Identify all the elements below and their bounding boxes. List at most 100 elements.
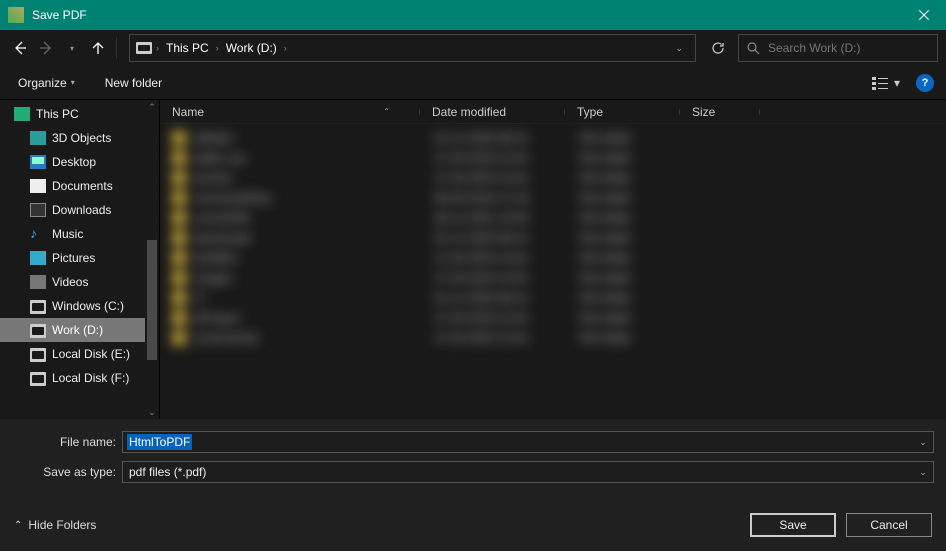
filetype-field[interactable]: pdf files (*.pdf) ⌄ bbox=[122, 461, 934, 483]
column-header-date[interactable]: Date modified bbox=[420, 105, 565, 119]
titlebar: Save PDF bbox=[0, 0, 946, 30]
tree-label: Local Disk (E:) bbox=[52, 347, 130, 361]
footer: ⌃ Hide Folders Save Cancel bbox=[0, 499, 946, 551]
filename-dropdown-button[interactable]: ⌄ bbox=[913, 437, 933, 448]
search-box[interactable] bbox=[738, 34, 938, 62]
breadcrumb-path[interactable]: Work (D:) bbox=[223, 41, 280, 55]
scroll-down-button[interactable]: ⌄ bbox=[145, 405, 159, 419]
music-icon: ♪ bbox=[30, 227, 46, 241]
organize-label: Organize bbox=[18, 76, 67, 90]
cancel-button[interactable]: Cancel bbox=[846, 513, 932, 537]
new-folder-button[interactable]: New folder bbox=[99, 72, 168, 94]
breadcrumb-root[interactable]: This PC bbox=[163, 41, 212, 55]
videos-icon bbox=[30, 275, 46, 289]
chevron-right-icon: › bbox=[156, 43, 159, 53]
chevron-right-icon: › bbox=[216, 43, 219, 53]
tree-item-drive-f[interactable]: Local Disk (F:) bbox=[0, 366, 159, 390]
column-header-name[interactable]: Name⌃ bbox=[160, 105, 420, 119]
save-button[interactable]: Save bbox=[750, 513, 836, 537]
drive-icon bbox=[30, 348, 46, 362]
chevron-right-icon: › bbox=[284, 43, 287, 53]
documents-icon bbox=[30, 179, 46, 193]
new-folder-label: New folder bbox=[105, 76, 162, 90]
filetype-dropdown-button[interactable]: ⌄ bbox=[913, 467, 933, 478]
column-header-type[interactable]: Type bbox=[565, 105, 680, 119]
navbar: ▾ › This PC › Work (D:) › ⌄ bbox=[0, 30, 946, 66]
sort-indicator-icon: ⌃ bbox=[383, 107, 390, 116]
search-icon bbox=[747, 42, 760, 55]
chevron-down-icon: ▾ bbox=[71, 78, 75, 87]
tree-label: Documents bbox=[52, 179, 113, 193]
drive-icon bbox=[30, 300, 46, 314]
refresh-icon bbox=[711, 41, 725, 55]
pictures-icon bbox=[30, 251, 46, 265]
chevron-down-icon: ▾ bbox=[70, 44, 74, 53]
tree-label: Videos bbox=[52, 275, 88, 289]
filename-label: File name: bbox=[0, 435, 122, 449]
sidebar-scrollbar[interactable]: ⌃ ⌄ bbox=[145, 100, 159, 419]
recent-locations-button[interactable]: ▾ bbox=[60, 34, 84, 62]
close-button[interactable] bbox=[901, 0, 946, 30]
arrow-left-icon bbox=[13, 41, 27, 55]
pc-icon bbox=[14, 107, 30, 121]
drive-icon bbox=[30, 372, 46, 386]
tree-item-desktop[interactable]: Desktop bbox=[0, 150, 159, 174]
tree-item-3d-objects[interactable]: 3D Objects bbox=[0, 126, 159, 150]
app-icon bbox=[8, 7, 24, 23]
main-area: This PC 3D Objects Desktop Documents Dow… bbox=[0, 100, 946, 419]
file-list-pane: Name⌃ Date modified Type Size aMaker01-1… bbox=[160, 100, 946, 419]
separator bbox=[116, 38, 117, 58]
tree-item-drive-c[interactable]: Windows (C:) bbox=[0, 294, 159, 318]
tree-label: Windows (C:) bbox=[52, 299, 124, 313]
view-icon bbox=[872, 76, 890, 90]
tree-label: Work (D:) bbox=[52, 323, 103, 337]
tree-label: Pictures bbox=[52, 251, 95, 265]
scroll-thumb[interactable] bbox=[147, 240, 157, 360]
hide-folders-label: Hide Folders bbox=[28, 518, 96, 532]
arrow-right-icon bbox=[39, 41, 53, 55]
file-list[interactable]: aMaker01-11-2020 08:14File folder addtl_… bbox=[160, 124, 946, 348]
tree-item-music[interactable]: ♪ Music bbox=[0, 222, 159, 246]
3d-objects-icon bbox=[30, 131, 46, 145]
address-expand-button[interactable]: ⌄ bbox=[669, 43, 689, 54]
filename-input[interactable]: HtmlToPDF bbox=[127, 434, 192, 450]
tree-item-this-pc[interactable]: This PC bbox=[0, 102, 159, 126]
scroll-up-button[interactable]: ⌃ bbox=[145, 100, 159, 114]
up-button[interactable] bbox=[86, 34, 110, 62]
arrow-up-icon bbox=[91, 41, 105, 55]
chevron-down-icon: ▾ bbox=[894, 76, 900, 90]
tree-item-videos[interactable]: Videos bbox=[0, 270, 159, 294]
address-bar[interactable]: › This PC › Work (D:) › ⌄ bbox=[129, 34, 696, 62]
tree-label: Downloads bbox=[52, 203, 111, 217]
chevron-up-icon: ⌃ bbox=[14, 520, 22, 531]
tree-item-downloads[interactable]: Downloads bbox=[0, 198, 159, 222]
drive-icon bbox=[30, 324, 46, 338]
refresh-button[interactable] bbox=[704, 34, 732, 62]
tree-label: 3D Objects bbox=[52, 131, 111, 145]
close-icon bbox=[919, 10, 929, 20]
help-button[interactable]: ? bbox=[916, 74, 934, 92]
back-button[interactable] bbox=[8, 34, 32, 62]
tree-item-pictures[interactable]: Pictures bbox=[0, 246, 159, 270]
organize-button[interactable]: Organize ▾ bbox=[12, 72, 81, 94]
navigation-pane: This PC 3D Objects Desktop Documents Dow… bbox=[0, 100, 160, 419]
tree-item-documents[interactable]: Documents bbox=[0, 174, 159, 198]
downloads-icon bbox=[30, 203, 46, 217]
search-input[interactable] bbox=[768, 41, 929, 55]
chevron-down-icon: ⌄ bbox=[919, 467, 927, 477]
drive-icon bbox=[136, 42, 152, 54]
forward-button[interactable] bbox=[34, 34, 58, 62]
tree-label: This PC bbox=[36, 107, 79, 121]
tree-label: Desktop bbox=[52, 155, 96, 169]
tree-label: Music bbox=[52, 227, 83, 241]
column-header-size[interactable]: Size bbox=[680, 105, 760, 119]
tree-item-drive-d[interactable]: Work (D:) bbox=[0, 318, 159, 342]
filetype-label: Save as type: bbox=[0, 465, 122, 479]
form-area: File name: HtmlToPDF ⌄ Save as type: pdf… bbox=[0, 419, 946, 499]
help-icon: ? bbox=[922, 77, 929, 89]
window-title: Save PDF bbox=[32, 8, 901, 22]
view-options-button[interactable]: ▾ bbox=[866, 74, 906, 92]
tree-item-drive-e[interactable]: Local Disk (E:) bbox=[0, 342, 159, 366]
hide-folders-button[interactable]: ⌃ Hide Folders bbox=[14, 518, 96, 532]
filename-field[interactable]: HtmlToPDF ⌄ bbox=[122, 431, 934, 453]
